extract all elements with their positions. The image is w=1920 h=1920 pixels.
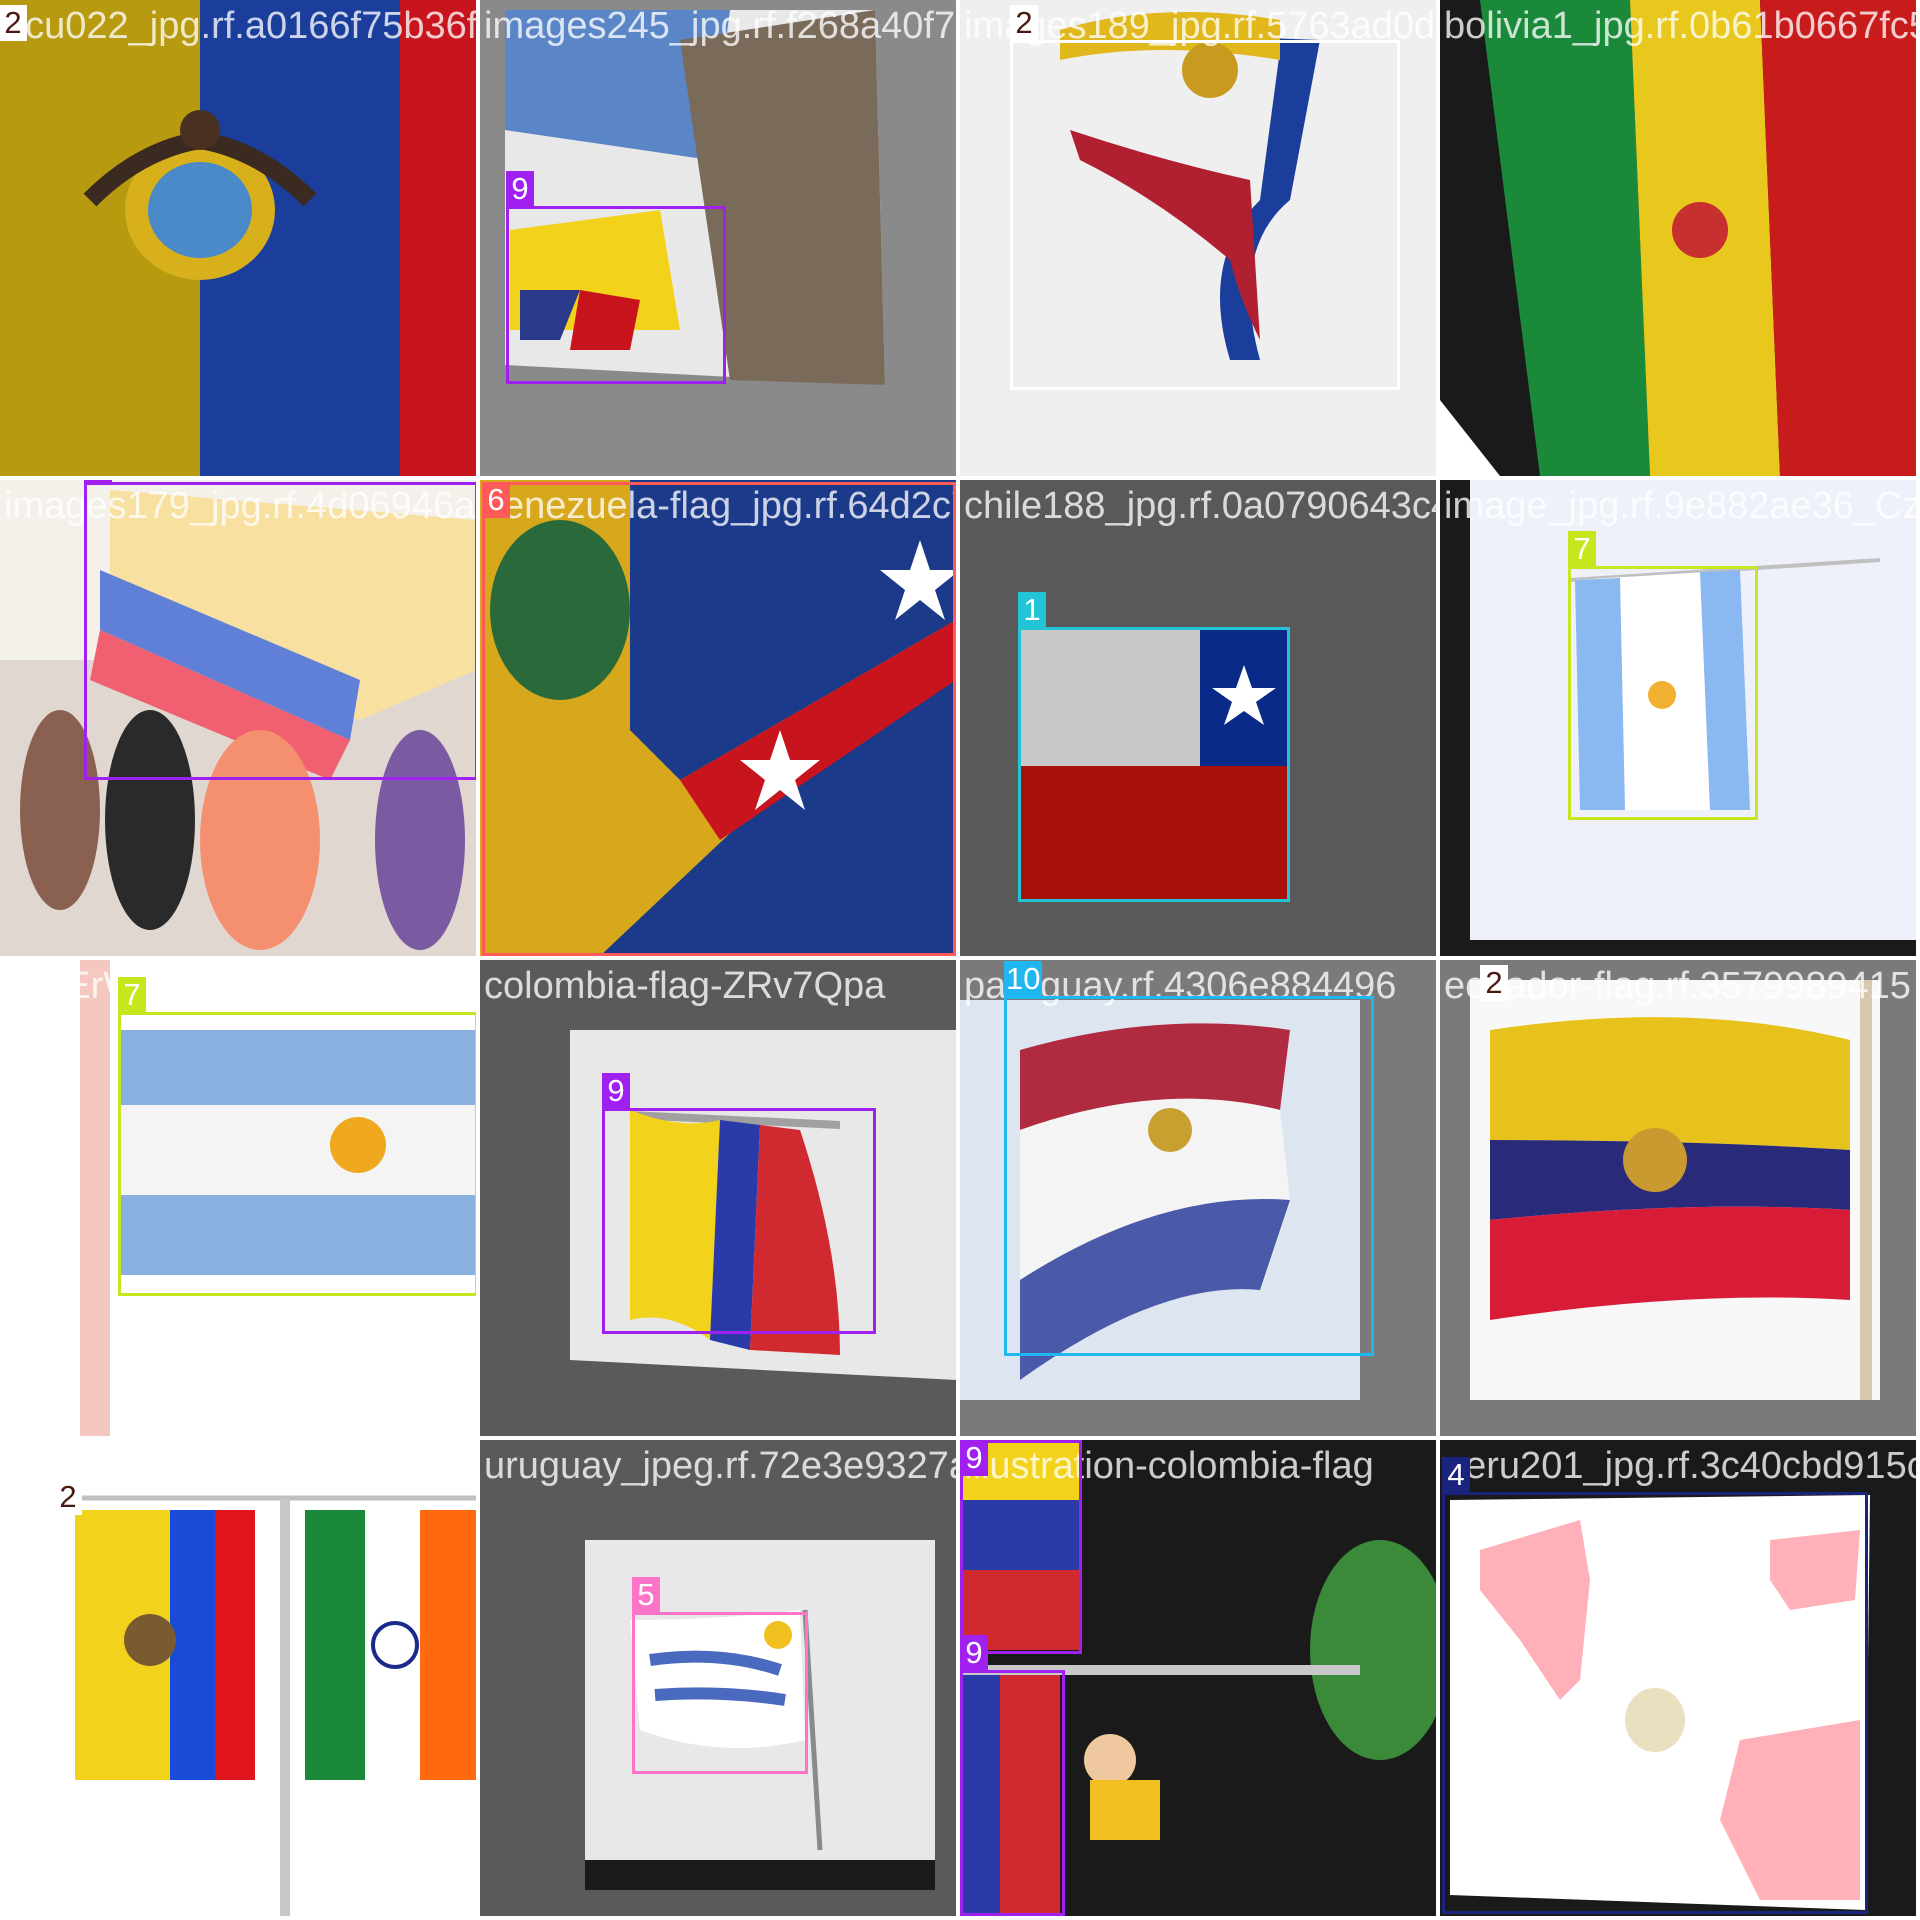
- tile-paraguay[interactable]: paraguay.rf.4306e884496 10: [960, 960, 1436, 1436]
- mosaic-grid: ecu022_jpg.rf.a0166f75b36f03a9ad246fd5 2…: [0, 0, 1920, 1920]
- class-label: 2: [0, 5, 27, 41]
- tile-crowd-colombia[interactable]: images245_jpg.rf.f268a40f7dbd4e39c4f5 9: [480, 0, 956, 476]
- detection-box[interactable]: 10: [1004, 961, 1374, 1356]
- detection-box[interactable]: 6: [482, 482, 956, 956]
- tile-filename: images245_jpg.rf.f268a40f7dbd4e39c4f5: [484, 5, 956, 47]
- tile-ecuador-pole[interactable]: ecuador-flag.rf.3579989415 2: [1440, 960, 1916, 1436]
- class-label: 2: [1010, 5, 1038, 41]
- class-label: 2: [54, 1479, 82, 1515]
- tile-peru[interactable]: peru201_jpg.rf.3c40cbd915c4 4: [1440, 1440, 1916, 1916]
- class-label: 9: [84, 480, 112, 483]
- tile-filename: ecuador-flag.rf.3579989415: [1444, 965, 1911, 1007]
- ecuador-pole-image: [1440, 960, 1916, 1436]
- class-label: 10: [1004, 961, 1043, 997]
- tile-filename: ecu022_jpg.rf.a0166f75b36f03a9ad246fd5: [4, 5, 476, 47]
- tile-ecuador-waving[interactable]: images189_jpg.rf.5763ad0d95247c62b3667fc…: [960, 0, 1436, 476]
- tile-illustration-colombia[interactable]: illustration-colombia-flag 9 9: [960, 1440, 1436, 1916]
- detection-box[interactable]: 2: [1010, 5, 1400, 390]
- class-label: 9: [960, 1440, 988, 1476]
- class-label: 4: [1442, 1457, 1470, 1493]
- tile-venezuela[interactable]: venezuela-flag_jpg.rf.64d2c7b35 6: [480, 480, 956, 956]
- bolivia-flag-image: [1440, 0, 1916, 476]
- tile-argentina-waving[interactable]: 71cErW-2RL-_AC_UF894100 7: [0, 960, 476, 1436]
- class-label: 1: [1018, 592, 1046, 628]
- tile-chile[interactable]: chile188_jpg.rf.0a0790643c4d8 1: [960, 480, 1436, 956]
- detection-box[interactable]: 2: [1480, 965, 1508, 1010]
- detection-box[interactable]: 1: [1018, 592, 1290, 902]
- detection-box[interactable]: 9: [960, 1635, 1065, 1916]
- tile-ecuador-flag[interactable]: ecu022_jpg.rf.a0166f75b36f03a9ad246fd5 2: [0, 0, 476, 476]
- detection-box[interactable]: 9: [84, 480, 476, 780]
- detection-box[interactable]: 7: [118, 977, 476, 1296]
- tile-uruguay[interactable]: uruguay_jpeg.rf.72e3e9327a9cd 5: [480, 1440, 956, 1916]
- tile-filename: 71cErW-2RL-_AC_UF894100: [4, 965, 476, 1007]
- tile-filename: chile188_jpg.rf.0a0790643c4d8: [964, 485, 1436, 527]
- detection-box[interactable]: 5: [632, 1577, 808, 1774]
- tile-filename: uruguay_jpeg.rf.72e3e9327a9cd: [484, 1445, 956, 1487]
- detection-box[interactable]: 2: [54, 1479, 82, 1524]
- detection-box[interactable]: 9: [602, 1073, 876, 1334]
- detection-box[interactable]: 4: [1442, 1457, 1868, 1914]
- class-label: 5: [632, 1577, 660, 1613]
- tile-ecuador-india[interactable]: ecu114_jpeg.rf.8ffa4380652 2: [0, 1440, 476, 1916]
- ecuador-flag-image: [0, 0, 476, 476]
- class-label: 9: [602, 1073, 630, 1109]
- tile-bolivia[interactable]: bolivia1_jpg.rf.0b61b0667fc5687b40f3aa: [1440, 0, 1916, 476]
- class-label: 9: [960, 1635, 988, 1671]
- class-label: 9: [506, 171, 534, 207]
- tile-filename: colombia-flag-ZRv7Qpa: [484, 965, 886, 1007]
- class-label: 7: [118, 977, 146, 1013]
- class-label: 6: [482, 482, 510, 518]
- detection-box[interactable]: 9: [506, 171, 726, 384]
- tile-people-colombia[interactable]: images179_jpg.rf.4d06946a 9: [0, 480, 476, 956]
- class-label: 7: [1568, 531, 1596, 567]
- class-label: 2: [1480, 965, 1508, 1001]
- detection-box[interactable]: 2: [0, 5, 27, 50]
- tile-filename: image_jpg.rf.9e882ae36_Cz1tSX: [1444, 485, 1916, 527]
- tile-argentina-pole[interactable]: image_jpg.rf.9e882ae36_Cz1tSX 7: [1440, 480, 1916, 956]
- tile-filename: peru201_jpg.rf.3c40cbd915c4: [1444, 1445, 1916, 1487]
- detection-box[interactable]: 9: [960, 1440, 1082, 1654]
- detection-box[interactable]: 7: [1568, 531, 1758, 820]
- tile-colombia-render[interactable]: colombia-flag-ZRv7Qpa 9: [480, 960, 956, 1436]
- tile-filename: bolivia1_jpg.rf.0b61b0667fc5687b40f3aa: [1444, 5, 1916, 47]
